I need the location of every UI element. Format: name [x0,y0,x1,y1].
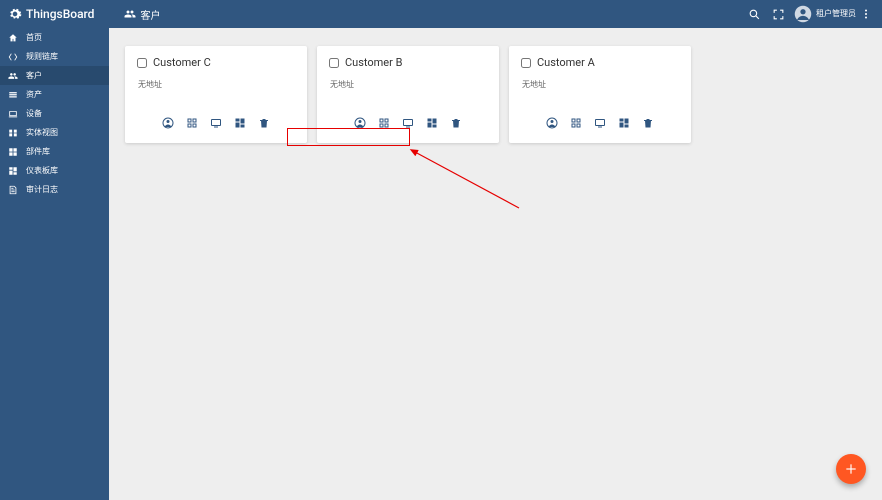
customer-name: Customer C [153,56,211,69]
manage-dashboards-button[interactable] [234,114,246,133]
card-actions [521,114,679,137]
search-icon [748,8,761,21]
sidebar-item-views[interactable]: 实体视图 [0,123,109,142]
more-button[interactable] [858,8,874,20]
delete-button[interactable] [258,114,270,133]
page-title-label: 客户 [140,7,160,22]
manage-assets-button[interactable] [570,114,582,133]
delete-button[interactable] [450,114,462,133]
sidebar-item-label: 实体视图 [26,127,58,138]
customer-address: 无地址 [138,79,295,90]
rules-icon [8,52,18,62]
manage-dashboards-icon [426,117,438,129]
sidebar-item-rules[interactable]: 规则链库 [0,47,109,66]
home-icon [8,33,18,43]
dashboards-icon [8,166,18,176]
manage-users-icon [354,117,366,129]
sidebar-item-devices[interactable]: 设备 [0,104,109,123]
manage-assets-button[interactable] [378,114,390,133]
views-icon [8,128,18,138]
card-actions [329,114,487,137]
sidebar: 首页规则链库客户资产设备实体视图部件库仪表板库审计日志 [0,28,109,500]
sidebar-item-home[interactable]: 首页 [0,28,109,47]
select-customer-checkbox[interactable] [329,58,339,68]
card-actions [137,114,295,137]
search-button[interactable] [742,2,766,26]
manage-devices-icon [594,117,606,129]
manage-devices-icon [402,117,414,129]
manage-assets-icon [378,117,390,129]
manage-users-icon [162,117,174,129]
content-area: Customer C 无地址 Customer B 无地址 Customer A… [109,28,882,500]
select-customer-checkbox[interactable] [137,58,147,68]
manage-devices-icon [210,117,222,129]
customer-address: 无地址 [330,79,487,90]
delete-icon [258,117,270,129]
page-title: 客户 [124,7,160,22]
fullscreen-button[interactable] [766,2,790,26]
sidebar-item-label: 规则链库 [26,51,58,62]
audit-icon [8,185,18,195]
sidebar-item-label: 部件库 [26,146,50,157]
manage-assets-button[interactable] [186,114,198,133]
customers-icon [8,71,18,81]
brand-logo-icon [8,7,22,21]
devices-icon [8,109,18,119]
manage-assets-icon [186,117,198,129]
manage-assets-icon [570,117,582,129]
manage-dashboards-button[interactable] [618,114,630,133]
avatar-icon [794,5,812,23]
manage-dashboards-button[interactable] [426,114,438,133]
widgets-icon [8,147,18,157]
delete-icon [642,117,654,129]
customer-address: 无地址 [522,79,679,90]
fullscreen-icon [772,8,785,21]
more-vert-icon [860,8,872,20]
sidebar-item-label: 审计日志 [26,184,58,195]
manage-devices-button[interactable] [210,114,222,133]
manage-users-icon [546,117,558,129]
manage-users-button[interactable] [162,114,174,133]
sidebar-item-label: 客户 [26,70,42,81]
customer-card[interactable]: Customer A 无地址 [509,46,691,143]
customer-name: Customer A [537,56,595,69]
account-label: 租户管理员 [816,10,856,18]
select-customer-checkbox[interactable] [521,58,531,68]
add-customer-fab[interactable] [836,454,866,484]
manage-users-button[interactable] [354,114,366,133]
sidebar-item-label: 仪表板库 [26,165,58,176]
manage-users-button[interactable] [546,114,558,133]
sidebar-item-label: 设备 [26,108,42,119]
sidebar-item-widgets[interactable]: 部件库 [0,142,109,161]
tutorial-arrow [409,146,529,216]
sidebar-item-label: 资产 [26,89,42,100]
delete-button[interactable] [642,114,654,133]
sidebar-item-assets[interactable]: 资产 [0,85,109,104]
delete-icon [450,117,462,129]
brand: ThingsBoard [8,7,94,21]
customer-name: Customer B [345,56,402,69]
plus-icon [844,462,858,476]
brand-label: ThingsBoard [26,7,94,21]
sidebar-item-label: 首页 [26,32,42,43]
account-menu[interactable]: 租户管理员 [794,5,856,23]
customer-card[interactable]: Customer B 无地址 [317,46,499,143]
manage-dashboards-icon [618,117,630,129]
manage-devices-button[interactable] [594,114,606,133]
customers-icon [124,8,136,20]
manage-devices-button[interactable] [402,114,414,133]
sidebar-item-customers[interactable]: 客户 [0,66,109,85]
assets-icon [8,90,18,100]
manage-dashboards-icon [234,117,246,129]
sidebar-item-dashboards[interactable]: 仪表板库 [0,161,109,180]
customer-card[interactable]: Customer C 无地址 [125,46,307,143]
sidebar-item-audit[interactable]: 审计日志 [0,180,109,199]
app-header: ThingsBoard 客户 租户管理员 [0,0,882,28]
